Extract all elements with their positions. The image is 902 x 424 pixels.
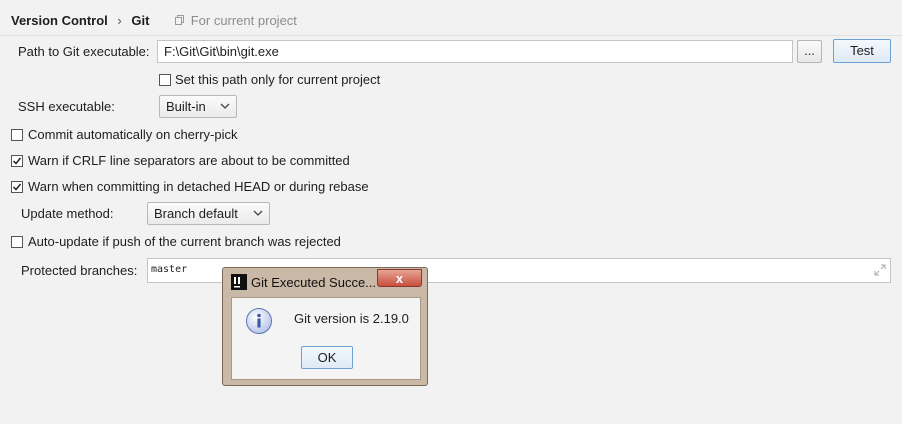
chevron-down-icon <box>253 203 263 224</box>
path-only-project-label[interactable]: Set this path only for current project <box>175 72 380 87</box>
ssh-select[interactable]: Built-in <box>159 95 237 118</box>
git-path-label: Path to Git executable: <box>18 44 150 59</box>
dialog-close-button[interactable]: x <box>377 269 422 287</box>
project-scope-icon <box>175 14 185 29</box>
checkmark-icon <box>12 157 22 165</box>
cherry-pick-label[interactable]: Commit automatically on cherry-pick <box>28 127 238 142</box>
update-method-label: Update method: <box>21 206 114 221</box>
dialog-title: Git Executed Succe... <box>251 275 377 290</box>
intellij-logo-icon <box>231 274 247 293</box>
header-divider <box>0 35 902 36</box>
update-method-select[interactable]: Branch default <box>147 202 270 225</box>
info-icon <box>245 307 273 338</box>
update-method-value: Branch default <box>154 206 238 221</box>
browse-button[interactable]: ... <box>797 40 822 63</box>
detached-head-checkbox[interactable] <box>11 181 23 193</box>
cherry-pick-checkbox[interactable] <box>11 129 23 141</box>
git-path-input[interactable]: F:\Git\Git\bin\git.exe <box>157 40 793 63</box>
expand-icon[interactable] <box>874 264 886 279</box>
detached-head-label[interactable]: Warn when committing in detached HEAD or… <box>28 179 369 194</box>
dialog-message: Git version is 2.19.0 <box>294 311 409 326</box>
protected-branches-value: master <box>151 264 188 275</box>
crlf-warning-label[interactable]: Warn if CRLF line separators are about t… <box>28 153 350 168</box>
breadcrumb-separator: › <box>117 13 122 28</box>
ssh-select-value: Built-in <box>166 99 206 114</box>
breadcrumb-section[interactable]: Version Control <box>11 13 108 28</box>
checkmark-icon <box>12 183 22 191</box>
ssh-label: SSH executable: <box>18 99 115 114</box>
auto-update-checkbox[interactable] <box>11 236 23 248</box>
dialog-body: Git version is 2.19.0 OK <box>231 297 421 380</box>
project-scope-note: For current project <box>190 13 297 28</box>
git-success-dialog: Git Executed Succe... x Git version is 2… <box>222 267 428 386</box>
path-only-project-checkbox[interactable] <box>159 74 171 86</box>
breadcrumb: Version Control › Git For current projec… <box>11 13 297 29</box>
breadcrumb-page: Git <box>131 13 150 28</box>
auto-update-label[interactable]: Auto-update if push of the current branc… <box>28 234 341 249</box>
ok-button[interactable]: OK <box>301 346 353 369</box>
crlf-warning-checkbox[interactable] <box>11 155 23 167</box>
protected-branches-label: Protected branches: <box>21 263 138 278</box>
chevron-down-icon <box>220 96 230 117</box>
test-button[interactable]: Test <box>833 39 891 63</box>
